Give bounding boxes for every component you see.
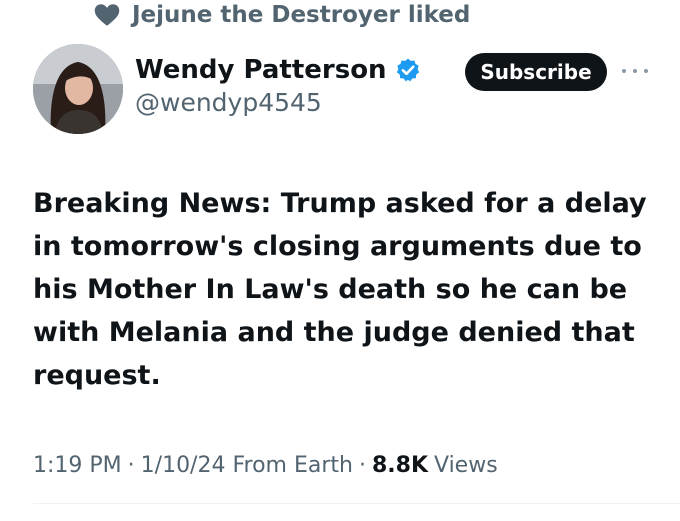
tweet-text: Breaking News: Trump asked for a delay i… (33, 188, 647, 391)
author-display-name[interactable]: Wendy Patterson (135, 55, 387, 85)
tweet-source: From Earth (232, 452, 353, 478)
views-count: 8.8K (371, 452, 428, 478)
more-dot (633, 69, 637, 73)
tweet-meta: 1:19 PM · 1/10/24 From Earth · 8.8K View… (33, 447, 498, 483)
author-handle[interactable]: @wendyp4545 (135, 88, 421, 117)
more-horizontal-icon[interactable] (622, 62, 648, 80)
divider (33, 503, 680, 504)
more-dot (644, 69, 648, 73)
heart-icon (94, 4, 120, 26)
more-dot (622, 69, 626, 73)
author-info[interactable]: Wendy Patterson @wendyp4545 (135, 52, 421, 117)
verified-badge-icon (396, 58, 419, 82)
subscribe-button[interactable]: Subscribe (465, 53, 607, 91)
avatar[interactable] (33, 44, 123, 134)
social-context[interactable]: Jejune the Destroyer liked (92, 0, 470, 30)
views-label: Views (434, 452, 498, 478)
meta-separator: · (127, 452, 135, 478)
tweet-date[interactable]: 1/10/24 (141, 453, 226, 478)
social-context-text: Jejune the Destroyer liked (132, 2, 471, 28)
tweet-time[interactable]: 1:19 PM (33, 453, 122, 478)
avatar-image (33, 44, 123, 134)
meta-separator: · (358, 452, 366, 478)
